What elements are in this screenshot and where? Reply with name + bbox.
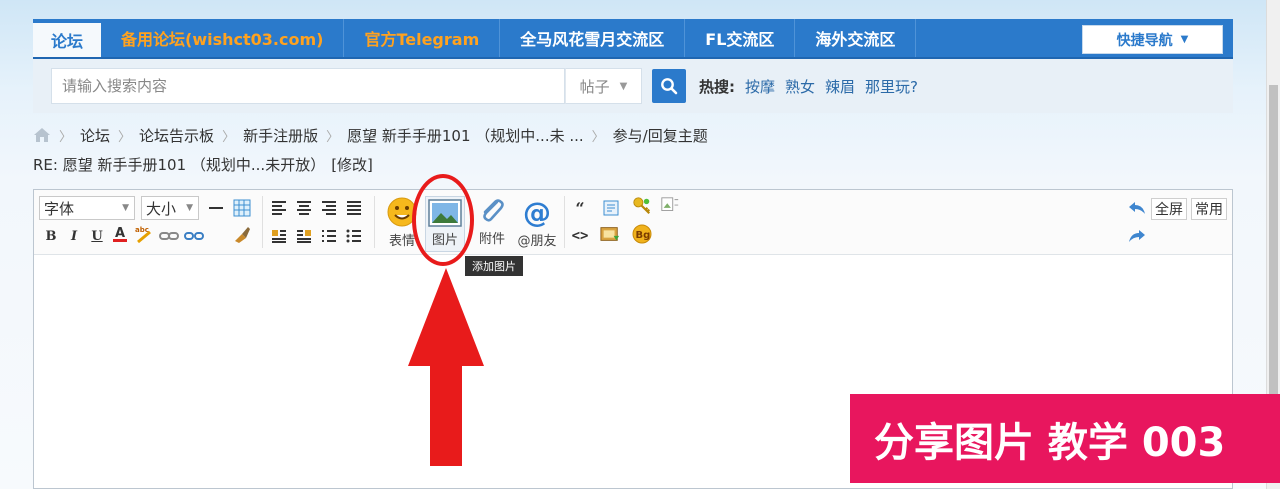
search-type-value: 帖子 — [579, 77, 610, 96]
nav-tab-telegram[interactable]: 官方Telegram — [344, 19, 501, 57]
free-content-icon[interactable] — [601, 198, 621, 218]
scrollbar-thumb[interactable] — [1269, 85, 1278, 395]
common-mode-button[interactable]: 常用 — [1191, 198, 1227, 220]
search-button[interactable] — [652, 69, 686, 103]
quote-icon[interactable]: “ — [570, 198, 590, 218]
chevron-down-icon: ▼ — [619, 80, 628, 92]
breadcrumb-item-current: 参与/回复主题 — [612, 126, 708, 145]
tutorial-banner: 分享图片 教学 003 — [850, 394, 1280, 483]
toolbar-divider — [374, 196, 375, 248]
breadcrumb-item[interactable]: 论坛 — [80, 125, 110, 146]
highlight-circle — [412, 174, 474, 266]
key-icon[interactable] — [632, 196, 652, 216]
chevron-down-icon: ▼ — [122, 203, 129, 213]
chevron-down-icon: ▼ — [186, 203, 193, 213]
breadcrumb: 〉 论坛 〉 论坛告示板 〉 新手注册版 〉 愿望 新手手册101 （规划中..… — [33, 124, 708, 146]
align-center-icon[interactable] — [294, 198, 314, 218]
float-right-icon[interactable] — [294, 226, 314, 246]
breadcrumb-separator: 〉 — [222, 129, 236, 145]
background-color-icon[interactable]: Bg — [632, 224, 652, 244]
nav-tab-forum[interactable]: 论坛 — [33, 23, 102, 57]
reply-title: RE: 愿望 新手手册101 （规划中...未开放） [修改] — [33, 153, 373, 175]
nav-tab-backup-forum[interactable]: 备用论坛(wishct03.com) — [101, 19, 345, 57]
search-bar: 帖子 ▼ 热搜: 按摩 熟女 辣眉 那里玩? — [33, 59, 1233, 113]
broken-image-icon[interactable] — [660, 196, 680, 216]
ordered-list-icon[interactable] — [319, 226, 339, 246]
red-arrow-up-icon — [408, 268, 484, 466]
align-justify-icon[interactable] — [344, 198, 364, 218]
mention-button[interactable]: @ @朋友 — [514, 196, 560, 252]
breadcrumb-item[interactable]: 愿望 新手手册101 （规划中...未 ... — [347, 125, 584, 146]
unlink-icon[interactable] — [184, 226, 204, 246]
breadcrumb-item[interactable]: 新手注册版 — [243, 125, 318, 146]
link-icon[interactable] — [159, 226, 179, 246]
paperclip-icon — [483, 199, 504, 222]
toolbar-divider — [262, 196, 263, 248]
font-color-icon[interactable]: A — [110, 224, 130, 244]
align-right-icon[interactable] — [319, 198, 339, 218]
float-left-icon[interactable] — [269, 226, 289, 246]
nav-tab-overseas-area[interactable]: 海外交流区 — [795, 19, 917, 57]
hot-search: 热搜: 按摩 熟女 辣眉 那里玩? — [699, 59, 918, 113]
spellcheck-icon[interactable]: abc — [134, 224, 154, 244]
align-left-icon[interactable] — [269, 198, 289, 218]
breadcrumb-separator: 〉 — [118, 129, 132, 145]
svg-text:Bg: Bg — [636, 230, 651, 241]
horizontal-rule-icon[interactable] — [206, 198, 226, 218]
redo-icon[interactable] — [1127, 226, 1147, 246]
home-icon[interactable] — [33, 127, 51, 143]
hot-term-link[interactable]: 熟女 — [785, 76, 815, 97]
hot-term-link[interactable]: 那里玩? — [865, 76, 918, 97]
hot-term-link[interactable]: 辣眉 — [825, 76, 855, 97]
hot-term-link[interactable]: 按摩 — [745, 76, 775, 97]
svg-text:A: A — [115, 226, 125, 241]
code-icon[interactable]: <> — [570, 226, 590, 246]
breadcrumb-item[interactable]: 论坛告示板 — [139, 125, 214, 146]
breadcrumb-separator: 〉 — [59, 129, 73, 145]
editor-toolbar: 字体 ▼ 大小 ▼ B I U A abc 表情 图片 附件 @ @朋友 “ <… — [34, 190, 1232, 255]
attachment-button[interactable]: 附件 — [474, 196, 510, 252]
breadcrumb-separator: 〉 — [326, 129, 340, 145]
chevron-down-icon: ▼ — [1180, 34, 1189, 45]
underline-icon[interactable]: U — [87, 226, 107, 246]
undo-icon[interactable] — [1127, 198, 1147, 218]
reply-title-text: RE: 愿望 新手手册101 （规划中...未开放） — [33, 155, 326, 174]
nav-tab-malaysia-area[interactable]: 全马风花雪月交流区 — [500, 19, 686, 57]
attachment-button-label: 附件 — [478, 232, 505, 247]
font-size-select[interactable]: 大小 ▼ — [141, 196, 199, 220]
font-family-select-label: 字体 — [44, 199, 75, 218]
font-size-select-label: 大小 — [146, 199, 177, 218]
svg-text:@: @ — [523, 196, 551, 228]
mention-button-label: @朋友 — [517, 234, 557, 249]
quick-nav-button[interactable]: 快捷导航 ▼ — [1082, 25, 1223, 54]
search-input[interactable] — [51, 68, 565, 104]
breadcrumb-separator: 〉 — [591, 129, 605, 145]
search-icon — [661, 78, 678, 95]
emoji-button-label: 表情 — [388, 234, 415, 249]
quick-nav-label: 快捷导航 — [1116, 32, 1173, 49]
at-sign-icon: @ — [523, 196, 551, 228]
fullscreen-button[interactable]: 全屏 — [1151, 198, 1187, 220]
hot-search-label: 热搜: — [699, 77, 735, 96]
table-icon[interactable] — [232, 198, 252, 218]
main-nav: 论坛 备用论坛(wishct03.com) 官方Telegram 全马风花雪月交… — [33, 19, 1233, 59]
nav-tab-fl-area[interactable]: FL交流区 — [685, 19, 796, 57]
toolbar-divider — [564, 196, 565, 248]
edit-title-link[interactable]: [修改] — [331, 154, 373, 175]
bold-icon[interactable]: B — [41, 226, 61, 246]
clear-format-icon[interactable] — [232, 224, 252, 244]
search-type-select[interactable]: 帖子 ▼ — [565, 68, 642, 104]
italic-icon[interactable]: I — [64, 226, 84, 246]
tutorial-banner-text: 分享图片 教学 003 — [874, 419, 1226, 466]
font-family-select[interactable]: 字体 ▼ — [39, 196, 135, 220]
unordered-list-icon[interactable] — [344, 226, 364, 246]
insert-media-icon[interactable] — [600, 224, 620, 244]
